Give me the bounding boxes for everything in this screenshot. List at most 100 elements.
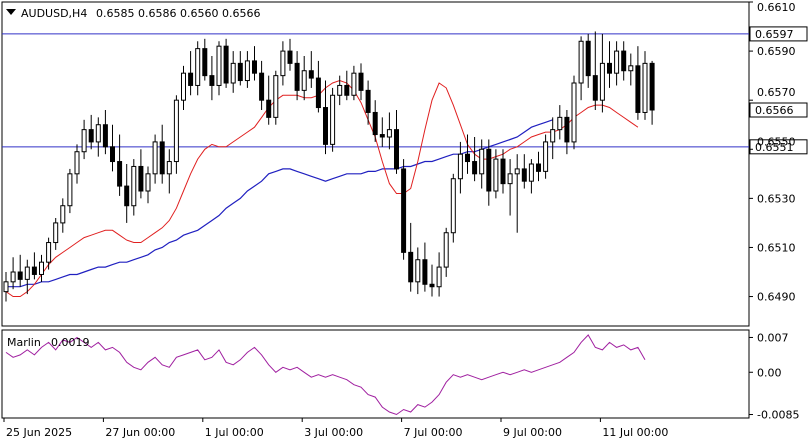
candle-body-bear bbox=[223, 45, 229, 84]
candle bbox=[60, 198, 66, 233]
candle bbox=[599, 33, 605, 113]
price-tick-label-4: 0.6530 bbox=[757, 192, 796, 205]
candle bbox=[649, 60, 655, 125]
ma-slow-line bbox=[6, 119, 553, 288]
candle bbox=[46, 237, 52, 270]
candle bbox=[102, 110, 108, 155]
candle-body-bull bbox=[46, 242, 52, 263]
indicator-panel-frame bbox=[1, 329, 750, 419]
candle bbox=[628, 53, 634, 86]
price-tick-label-6: 0.6490 bbox=[757, 291, 796, 304]
candle-body-bull bbox=[457, 153, 463, 180]
candle bbox=[614, 41, 620, 86]
candle-body-bull bbox=[53, 222, 59, 244]
ind-tick-label-0: 0.007 bbox=[757, 331, 789, 344]
candle-body-bear bbox=[159, 141, 165, 175]
candle bbox=[386, 112, 392, 150]
candle-body-bull bbox=[301, 70, 307, 91]
candle-body-bear bbox=[472, 161, 478, 175]
indicator-value: 0.0019 bbox=[51, 336, 90, 349]
candle bbox=[528, 159, 534, 194]
candle-body-bull bbox=[614, 50, 620, 74]
candle-body-bear bbox=[358, 72, 364, 91]
candle bbox=[543, 134, 549, 179]
candle-body-bull bbox=[507, 173, 513, 185]
candle bbox=[443, 227, 449, 277]
candle bbox=[53, 218, 59, 250]
candle bbox=[301, 56, 307, 101]
candle-body-bear bbox=[536, 163, 541, 172]
candle bbox=[287, 38, 293, 71]
candle bbox=[74, 144, 80, 184]
time-axis: 25 Jun 2025 27 Jun 00:00 1 Jul 00:00 3 Jul … bbox=[3, 418, 668, 439]
candle bbox=[408, 222, 414, 292]
candle bbox=[344, 70, 350, 101]
candle-body-bull bbox=[493, 158, 499, 192]
candle-body-bear bbox=[372, 111, 378, 136]
candle-body-bull bbox=[230, 62, 236, 84]
candle-body-bull bbox=[74, 151, 80, 175]
candle bbox=[415, 247, 421, 295]
candle-body-bear bbox=[110, 146, 115, 163]
candle bbox=[166, 149, 172, 194]
ma-fast-line bbox=[5, 79, 639, 297]
candle bbox=[259, 60, 265, 110]
candle bbox=[564, 110, 570, 155]
candle bbox=[536, 151, 541, 182]
candle-body-bear bbox=[323, 107, 328, 145]
candle-body-bull bbox=[514, 168, 520, 175]
candle-body-bull bbox=[543, 141, 549, 172]
candle-body-bull bbox=[386, 129, 392, 138]
candle bbox=[138, 149, 144, 199]
candle-body-bull bbox=[436, 266, 442, 288]
candle-body-bear bbox=[102, 124, 108, 148]
candle bbox=[31, 252, 37, 280]
candle-body-bull bbox=[450, 178, 456, 234]
marlin-indicator-line bbox=[5, 334, 646, 416]
candle bbox=[209, 56, 215, 101]
time-tick-label-4: 7 Jul 00:00 bbox=[404, 426, 463, 439]
price-chart[interactable]: AUDUSD,H4 0.6585 0.6586 0.6560 0.6566 Ma… bbox=[0, 0, 809, 443]
symbol-label: AUDUSD,H4 bbox=[21, 7, 87, 20]
ind-tick-label-2: -0.0085 bbox=[757, 409, 799, 422]
time-tick-label-5: 9 Jul 00:00 bbox=[503, 426, 562, 439]
price-tick-label-0: 0.6610 bbox=[757, 1, 796, 14]
candle bbox=[486, 139, 492, 206]
candle-body-bear bbox=[209, 75, 215, 86]
candle bbox=[323, 80, 328, 155]
candle-body-bull bbox=[273, 75, 279, 118]
dropdown-arrow-icon[interactable] bbox=[6, 9, 16, 15]
candle-body-bear bbox=[408, 251, 414, 283]
candle-body-bull bbox=[415, 259, 421, 283]
candle-body-bull bbox=[60, 205, 66, 224]
candle bbox=[507, 159, 513, 216]
candle bbox=[152, 134, 158, 184]
candle bbox=[145, 166, 151, 204]
candle-body-bull bbox=[216, 45, 222, 86]
candle bbox=[337, 75, 343, 106]
candle bbox=[585, 33, 591, 88]
candle bbox=[394, 110, 399, 174]
candle-body-bull bbox=[443, 232, 449, 268]
candle-body-bull bbox=[578, 40, 584, 84]
candle-body-bull bbox=[67, 173, 73, 207]
candle-body-bull bbox=[642, 62, 648, 113]
time-tick-label-0: 25 Jun 2025 bbox=[6, 426, 72, 439]
price-tick-label-1: 0.6590 bbox=[757, 45, 796, 58]
candle-body-bear bbox=[202, 48, 208, 77]
candle bbox=[372, 100, 378, 142]
candle bbox=[365, 80, 371, 125]
candle-body-bull bbox=[166, 161, 172, 175]
ohlc-low: 0.6560 bbox=[180, 7, 219, 20]
candle bbox=[330, 87, 336, 152]
candle-body-bull bbox=[351, 72, 357, 96]
ohlc-close: 0.6566 bbox=[222, 7, 261, 20]
candle-body-bull bbox=[528, 163, 534, 182]
time-tick-label-2: 1 Jul 00:00 bbox=[205, 426, 264, 439]
candle bbox=[578, 36, 584, 101]
candle-body-bear bbox=[17, 271, 23, 280]
candle-body-bear bbox=[266, 99, 272, 118]
candle-body-bear bbox=[365, 89, 371, 113]
candle-body-bull bbox=[152, 141, 158, 175]
time-tick-label-3: 3 Jul 00:00 bbox=[304, 426, 363, 439]
